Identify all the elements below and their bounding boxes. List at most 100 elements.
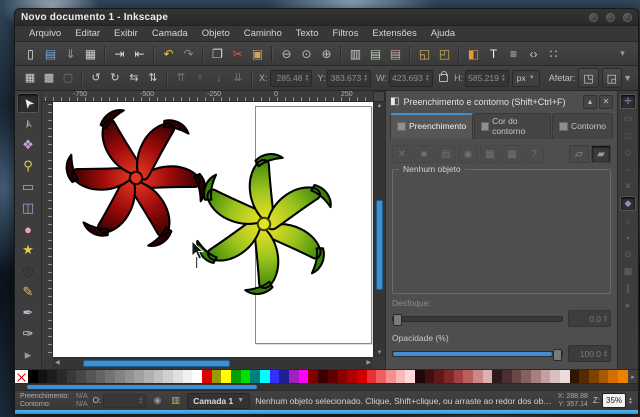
node-tool[interactable]: ➣ — [17, 114, 39, 134]
palette-swatch[interactable] — [115, 370, 125, 383]
palette-swatch[interactable] — [318, 370, 328, 383]
palette-swatch[interactable] — [298, 370, 309, 383]
palette-swatch[interactable] — [105, 370, 116, 383]
flip-vertical-icon[interactable]: ⇅ — [144, 69, 162, 87]
palette-swatch[interactable] — [163, 370, 174, 383]
palette-swatch[interactable] — [366, 370, 377, 383]
maximize-button[interactable] — [606, 12, 615, 22]
flat-color-button[interactable]: ■ — [414, 145, 434, 163]
redo-icon[interactable]: ↷ — [179, 44, 198, 63]
close-button[interactable] — [623, 12, 632, 22]
vertical-ruler[interactable] — [42, 102, 53, 357]
layers-dialog-icon[interactable]: ≡ — [504, 44, 523, 63]
palette-swatch[interactable] — [463, 370, 473, 383]
palette-swatch[interactable] — [66, 370, 77, 383]
palette-swatch[interactable] — [608, 370, 618, 383]
scroll-up-icon[interactable]: ▲ — [374, 103, 385, 109]
palette-swatch[interactable] — [501, 370, 512, 383]
zoom-spin-arrows[interactable]: ▲ ▼ — [628, 396, 633, 405]
zoom-tool[interactable]: ⚲ — [17, 156, 39, 176]
palette-swatch[interactable] — [337, 370, 348, 383]
palette-swatch[interactable] — [327, 370, 338, 383]
palette-swatch[interactable] — [260, 370, 270, 383]
ruler-corner-button[interactable] — [373, 91, 385, 102]
palette-swatch[interactable] — [144, 370, 154, 383]
fill-rule-nonzero-button[interactable]: ▰ — [591, 145, 611, 163]
palette-swatch[interactable] — [356, 370, 367, 383]
snap-nodes-icon[interactable]: ◇ — [620, 145, 636, 160]
menu-camada[interactable]: Camada — [146, 27, 194, 40]
green-flower-drawing[interactable] — [188, 148, 340, 300]
ellipse-tool[interactable]: ● — [17, 219, 39, 239]
pencil-tool[interactable]: ✎ — [17, 282, 39, 302]
unit-dropdown[interactable]: px ▼ — [511, 69, 540, 87]
minimize-button[interactable] — [589, 12, 598, 22]
scroll-down-icon[interactable]: ▼ — [374, 350, 385, 356]
style-indicator[interactable]: Preenchimento: N/A Contorno: N/A — [20, 393, 88, 409]
palette-swatch[interactable] — [395, 370, 406, 383]
palette-swatch[interactable] — [472, 370, 483, 383]
open-document-icon[interactable]: ▤ — [41, 44, 60, 63]
palette-swatch[interactable] — [511, 370, 522, 383]
palette-scroll-right-icon[interactable]: ▸ — [628, 370, 638, 383]
palette-swatch[interactable] — [211, 370, 222, 383]
x-spinbox[interactable]: 285.48 ▲ ▼ — [269, 69, 313, 87]
object-opacity-spinbox[interactable]: ▲ ▼ — [103, 393, 147, 408]
menu-arquivo[interactable]: Arquivo — [23, 27, 67, 40]
new-document-icon[interactable]: ▯ — [21, 44, 40, 63]
snapbar-more-icon[interactable]: ▸ — [620, 298, 636, 313]
snap-midpoint-icon[interactable]: • — [620, 230, 636, 245]
snap-paths-icon[interactable]: ~ — [620, 162, 636, 177]
snap-guide-icon[interactable]: ∥ — [620, 281, 636, 296]
menu-ajuda[interactable]: Ajuda — [425, 27, 461, 40]
pen-tool[interactable]: ✒ — [17, 303, 39, 323]
palette-swatch[interactable] — [182, 370, 193, 383]
horizontal-ruler[interactable]: -750 -500 -250 0 250 — [42, 91, 373, 102]
palette-swatch[interactable] — [153, 370, 164, 383]
calligraphy-tool[interactable]: ✑ — [17, 324, 39, 344]
dock-close-button[interactable]: ✕ — [599, 94, 613, 109]
palette-swatch[interactable] — [540, 370, 551, 383]
palette-swatch[interactable] — [579, 370, 589, 383]
palette-swatch[interactable] — [37, 370, 48, 383]
palette-swatch[interactable] — [530, 370, 541, 383]
palette-swatch[interactable] — [86, 370, 96, 383]
palette-swatch[interactable] — [453, 370, 464, 383]
palette-swatch[interactable] — [569, 370, 580, 383]
palette-swatch[interactable] — [279, 370, 290, 383]
palette-swatch[interactable] — [47, 370, 58, 383]
rotate-cw-icon[interactable]: ↻ — [106, 69, 124, 87]
radial-gradient-button[interactable]: ◉ — [458, 145, 478, 163]
palette-swatch[interactable] — [95, 370, 106, 383]
palette-scrollbar[interactable] — [15, 383, 638, 390]
zoom-page-icon[interactable]: ⊙ — [297, 44, 316, 63]
toolctl-overflow-icon[interactable]: ▼ — [623, 73, 632, 83]
snap-toggle-icon[interactable]: ✛ — [620, 94, 636, 109]
palette-swatch[interactable] — [124, 370, 135, 383]
palette-swatch[interactable] — [308, 370, 319, 383]
create-clone-icon[interactable]: ▤ — [366, 44, 385, 63]
more-tools[interactable]: ▸ — [17, 345, 39, 365]
affect-scale-corners-toggle[interactable]: ◲ — [601, 68, 623, 88]
palette-swatch[interactable] — [240, 370, 251, 383]
palette-swatch[interactable] — [405, 370, 415, 383]
pattern-button[interactable]: ▦ — [480, 145, 500, 163]
undo-icon[interactable]: ↶ — [159, 44, 178, 63]
scroll-right-icon[interactable]: ▶ — [366, 359, 371, 366]
palette-swatch[interactable] — [482, 370, 493, 383]
tweak-tool[interactable]: ❖ — [17, 135, 39, 155]
palette-swatch[interactable] — [134, 370, 145, 383]
palette-swatch[interactable] — [221, 370, 232, 383]
blur-spinbox[interactable]: 0.0 ▲ ▼ — [568, 310, 611, 327]
palette-swatch[interactable] — [192, 370, 203, 383]
layer-visibility-icon[interactable]: ◉ — [151, 394, 164, 407]
spiral-tool[interactable]: ◎ — [17, 261, 39, 281]
zoom-out-icon[interactable]: ⊖ — [277, 44, 296, 63]
save-document-icon[interactable]: ⇓ — [61, 44, 80, 63]
palette-swatch[interactable] — [385, 370, 396, 383]
palette-swatch[interactable] — [173, 370, 183, 383]
blur-slider[interactable] — [392, 313, 564, 326]
group-icon[interactable]: ◱ — [415, 44, 434, 63]
tab-contorno[interactable]: Contorno — [552, 113, 613, 139]
unknown-paint-button[interactable]: ? — [524, 145, 544, 163]
